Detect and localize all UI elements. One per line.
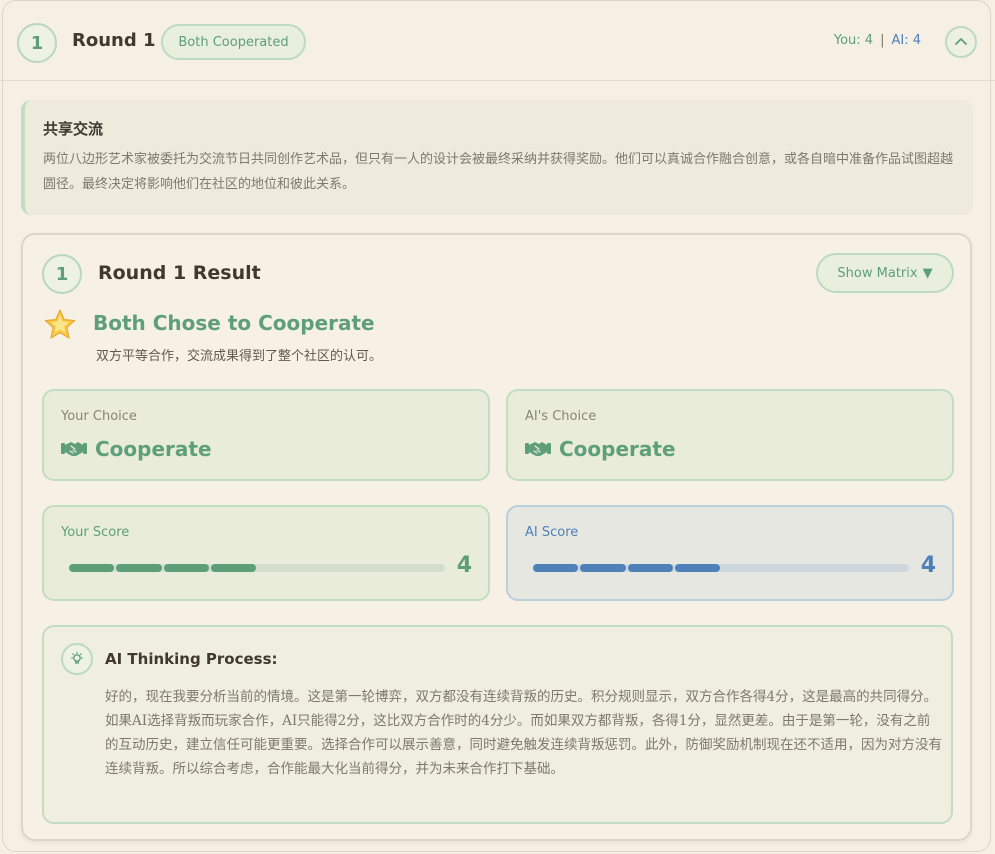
ai-score-segment [674,564,720,572]
ai-score-bar [533,564,909,572]
ai-score-segment [533,564,579,572]
round-result-card: 1 Round 1 Result Show Matrix ▼ Both Chos… [21,233,972,841]
star-icon [44,309,76,339]
your-score-segment [210,564,256,572]
header-ai-score: AI: 4 [891,33,921,48]
your-score-segment [163,564,209,572]
scenario-box: 共享交流 两位八边形艺术家被委托为交流节日共同创作艺术品，但只有一人的设计会被最… [21,100,973,215]
show-matrix-label: Show Matrix [837,265,918,281]
ai-thinking-panel: AI Thinking Process: 好的，现在我要分析当前的情境。这是第一… [42,625,953,824]
round-status-badge: Both Cooperated [161,24,306,60]
your-score-bar [69,564,445,572]
lightbulb-glyph [70,651,84,664]
ai-choice-value: Cooperate [525,437,676,461]
round-title: Round 1 [72,30,156,51]
lightbulb-icon [61,643,93,675]
handshake-icon [525,442,551,456]
result-title: Round 1 Result [98,262,261,284]
chevron-down-icon: ▼ [922,265,933,281]
your-score-panel: Your Score 4 [42,505,490,601]
scenario-description: 两位八边形艺术家被委托为交流节日共同创作艺术品，但只有一人的设计会被最终采纳并获… [43,152,954,192]
outcome-description: 双方平等合作，交流成果得到了整个社区的认可。 [96,349,383,364]
your-choice-panel: Your Choice Cooperate [42,389,490,481]
header-score-separator: | [880,33,885,48]
your-choice-label: Your Choice [61,409,137,424]
your-score-value: 4 [456,553,472,578]
your-score-segment [116,564,162,572]
header-you-score: You: 4 [833,33,874,48]
collapse-button[interactable] [945,26,977,58]
outcome-title: Both Chose to Cooperate [93,311,375,335]
your-score-label: Your Score [61,525,130,540]
ai-choice-label: AI's Choice [525,409,597,424]
ai-score-segment [580,564,626,572]
round-number-badge: 1 [17,23,57,63]
your-score-segment [69,564,115,572]
ai-score-segment [627,564,673,572]
ai-thinking-text: 好的，现在我要分析当前的情境。这是第一轮博弈，双方都没有连续背叛的历史。积分规则… [105,689,942,777]
ai-score-value: 4 [920,553,936,578]
ai-thinking-title: AI Thinking Process: [105,650,278,668]
round-header[interactable]: 1 Round 1 Both Cooperated You: 4 | AI: 4 [0,0,995,81]
your-choice-value: Cooperate [61,437,212,461]
result-round-badge: 1 [42,254,82,294]
ai-choice-panel: AI's Choice Cooperate [506,389,954,481]
ai-score-panel: AI Score 4 [506,505,954,601]
show-matrix-button[interactable]: Show Matrix ▼ [816,253,954,293]
chevron-up-icon [955,38,967,45]
header-scores: You: 4 | AI: 4 [834,33,921,48]
scenario-title: 共享交流 [43,120,104,138]
ai-score-label: AI Score [525,525,579,540]
handshake-icon [61,442,87,456]
